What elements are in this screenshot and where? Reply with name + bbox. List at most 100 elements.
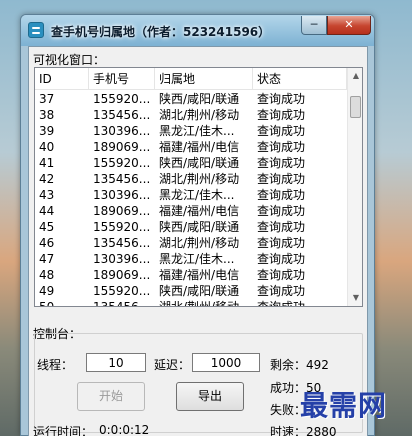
cell-status: 查询成功 [257, 220, 306, 234]
cell-phone: 135456... [93, 236, 151, 250]
table-row[interactable]: 37 155920... 陕西/咸阳/联通 查询成功 [35, 91, 347, 107]
table-row[interactable]: 48 189069... 福建/福州/电信 查询成功 [35, 267, 347, 283]
cell-location: 陕西/咸阳/联通 [159, 92, 240, 106]
list-section-label: 可视化窗口： [33, 53, 106, 67]
cell-status: 查询成功 [257, 124, 306, 138]
cell-phone: 155920... [93, 156, 151, 170]
cell-status: 查询成功 [257, 204, 306, 218]
cell-status: 查询成功 [257, 252, 306, 266]
cell-phone: 130396... [93, 124, 151, 138]
cell-id: 50 [39, 300, 55, 307]
column-header-phone[interactable]: 手机号 [89, 68, 155, 90]
app-window: 查手机号归属地（作者：523241596） ─ ✕ 可视化窗口： ID 手机号 … [20, 14, 375, 436]
cell-status: 查询成功 [257, 284, 306, 298]
cell-status: 查询成功 [257, 140, 306, 154]
table-row[interactable]: 44 189069... 福建/福州/电信 查询成功 [35, 203, 347, 219]
cell-location: 福建/福州/电信 [159, 140, 240, 154]
cell-location: 陕西/咸阳/联通 [159, 220, 240, 234]
runtime-label: 运行时间： [33, 425, 94, 436]
client-area: 可视化窗口： ID 手机号 归属地 状态 37 155920... 陕西/咸阳/联通… [28, 46, 368, 436]
cell-phone: 135456... [93, 300, 151, 307]
cell-id: 49 [39, 284, 55, 298]
cell-phone: 135456... [93, 108, 151, 122]
cell-location: 陕西/咸阳/联通 [159, 284, 240, 298]
cell-location: 湖北/荆州/移动 [159, 172, 240, 186]
cell-phone: 189069... [93, 140, 151, 154]
cell-location: 黑龙江/佳木... [159, 252, 235, 266]
cell-phone: 130396... [93, 188, 151, 202]
cell-phone: 155920... [93, 284, 151, 298]
cell-id: 43 [39, 188, 55, 202]
cell-status: 查询成功 [257, 172, 306, 186]
cell-location: 福建/福州/电信 [159, 204, 240, 218]
title-bar[interactable]: 查手机号归属地（作者：523241596） ─ ✕ [21, 15, 374, 46]
scrollbar-thumb[interactable] [350, 96, 361, 118]
column-header-status[interactable]: 状态 [253, 68, 347, 90]
app-icon [28, 22, 44, 38]
scroll-up-arrow-icon[interactable]: ▲ [348, 68, 362, 84]
cell-location: 湖北/荆州/移动 [159, 236, 240, 250]
cell-status: 查询成功 [257, 300, 306, 307]
runtime-value: 0:0:0:12 [99, 423, 150, 436]
minimize-button[interactable]: ─ [301, 16, 327, 35]
close-button[interactable]: ✕ [327, 16, 371, 35]
cell-location: 陕西/咸阳/联通 [159, 156, 240, 170]
threads-input[interactable] [86, 353, 146, 372]
cell-phone: 130396... [93, 252, 151, 266]
table-row[interactable]: 42 135456... 湖北/荆州/移动 查询成功 [35, 171, 347, 187]
window-title: 查手机号归属地（作者：523241596） [51, 25, 271, 39]
cell-status: 查询成功 [257, 268, 306, 282]
cell-status: 查询成功 [257, 188, 306, 202]
cell-phone: 135456... [93, 172, 151, 186]
export-button[interactable]: 导出 [176, 382, 244, 411]
list-scrollbar[interactable]: ▲ ▼ [347, 68, 362, 306]
cell-location: 黑龙江/佳木... [159, 188, 235, 202]
cell-status: 查询成功 [257, 92, 306, 106]
delay-label: 延迟： [154, 358, 191, 372]
cell-status: 查询成功 [257, 108, 306, 122]
scroll-down-arrow-icon[interactable]: ▼ [348, 290, 362, 306]
cell-phone: 155920... [93, 92, 151, 106]
list-rows: 37 155920... 陕西/咸阳/联通 查询成功 38 135456... 湖北/荆州/… [35, 91, 347, 307]
table-row[interactable]: 40 189069... 福建/福州/电信 查询成功 [35, 139, 347, 155]
column-header-location[interactable]: 归属地 [155, 68, 253, 90]
cell-status: 查询成功 [257, 156, 306, 170]
cell-id: 38 [39, 108, 55, 122]
watermark-text: 最需网 [300, 389, 388, 422]
table-row[interactable]: 41 155920... 陕西/咸阳/联通 查询成功 [35, 155, 347, 171]
table-row[interactable]: 45 155920... 陕西/咸阳/联通 查询成功 [35, 219, 347, 235]
results-list[interactable]: ID 手机号 归属地 状态 37 155920... 陕西/咸阳/联通 查询成功 38 1… [34, 67, 363, 307]
delay-input[interactable] [192, 353, 260, 372]
cell-phone: 189069... [93, 268, 151, 282]
table-row[interactable]: 46 135456... 湖北/荆州/移动 查询成功 [35, 235, 347, 251]
cell-location: 湖北/荆州/移动 [159, 108, 240, 122]
cell-id: 48 [39, 268, 55, 282]
cell-id: 42 [39, 172, 55, 186]
table-row[interactable]: 47 130396... 黑龙江/佳木... 查询成功 [35, 251, 347, 267]
start-button[interactable]: 开始 [77, 382, 145, 411]
cell-location: 黑龙江/佳木... [159, 124, 235, 138]
cell-location: 湖北/荆州/移动 [159, 300, 240, 307]
cell-location: 福建/福州/电信 [159, 268, 240, 282]
cell-id: 47 [39, 252, 55, 266]
cell-id: 46 [39, 236, 55, 250]
speed-value: 时速：2880 [270, 425, 337, 436]
cell-phone: 189069... [93, 204, 151, 218]
threads-label: 线程： [37, 358, 74, 372]
cell-id: 40 [39, 140, 55, 154]
cell-status: 查询成功 [257, 236, 306, 250]
column-header-id[interactable]: ID [35, 68, 89, 90]
cell-id: 41 [39, 156, 55, 170]
cell-id: 39 [39, 124, 55, 138]
table-row[interactable]: 50 135456... 湖北/荆州/移动 查询成功 [35, 299, 347, 307]
table-row[interactable]: 49 155920... 陕西/咸阳/联通 查询成功 [35, 283, 347, 299]
table-row[interactable]: 43 130396... 黑龙江/佳木... 查询成功 [35, 187, 347, 203]
cell-id: 44 [39, 204, 55, 218]
list-header: ID 手机号 归属地 状态 [35, 68, 347, 90]
remaining-count: 剩余：492 [270, 358, 329, 372]
table-row[interactable]: 39 130396... 黑龙江/佳木... 查询成功 [35, 123, 347, 139]
cell-phone: 155920... [93, 220, 151, 234]
cell-id: 45 [39, 220, 55, 234]
cell-id: 37 [39, 92, 55, 106]
table-row[interactable]: 38 135456... 湖北/荆州/移动 查询成功 [35, 107, 347, 123]
